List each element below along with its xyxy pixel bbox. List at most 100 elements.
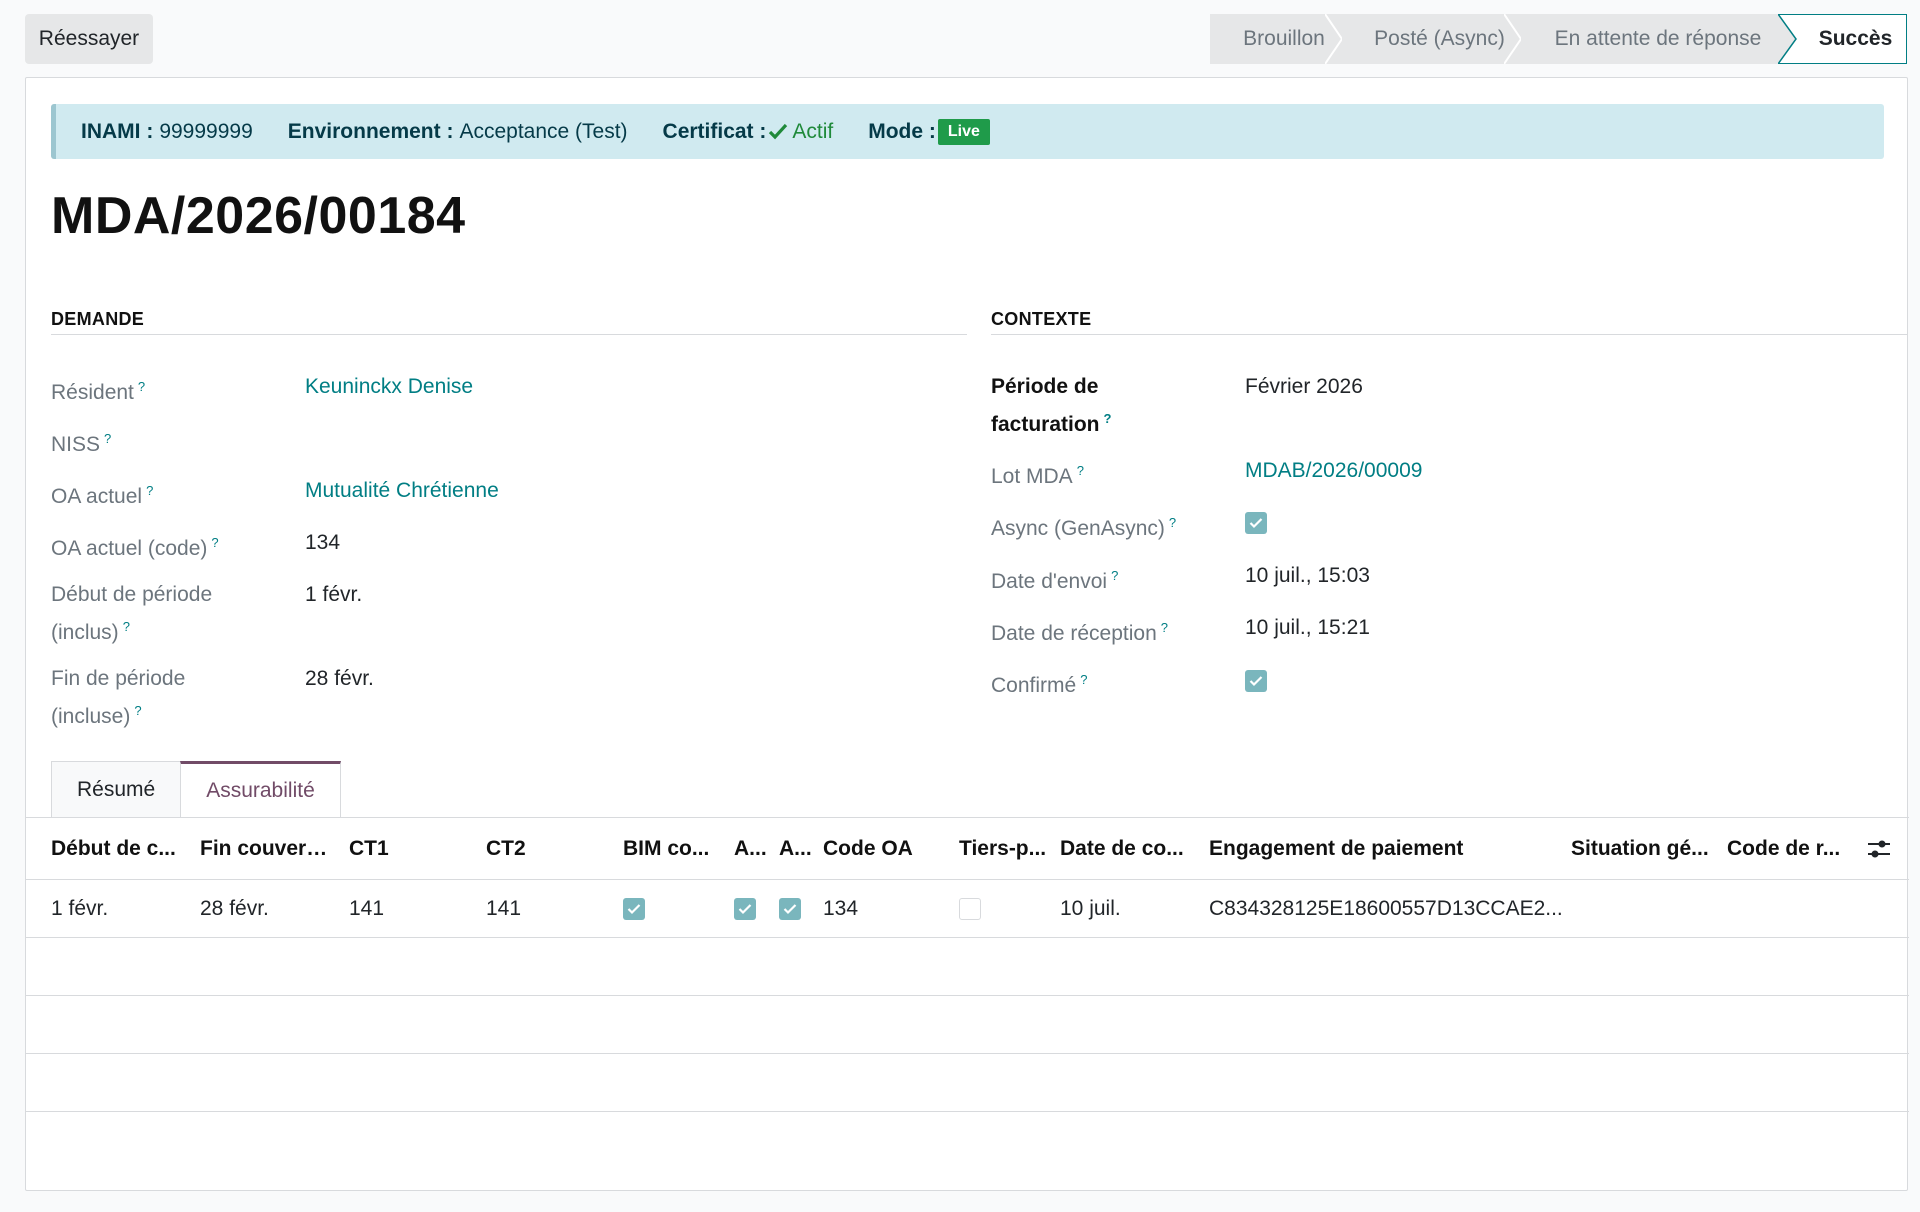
- cell-ct2: 141: [486, 897, 522, 920]
- bim-checkbox[interactable]: [623, 898, 645, 921]
- help-icon[interactable]: ?: [146, 483, 153, 498]
- column-code-reponse[interactable]: Code de r...: [1727, 818, 1847, 880]
- fin-periode-label: Fin de période (incluse)?: [51, 663, 271, 733]
- a1-checkbox[interactable]: [734, 898, 756, 921]
- cell-ct1: 141: [349, 897, 385, 920]
- table-row[interactable]: 1 févr. 28 févr. 141 141 134 10 juil. C8…: [26, 880, 1909, 938]
- a2-checkbox[interactable]: [779, 898, 801, 921]
- lot-mda-label: Lot MDA?: [991, 455, 1084, 493]
- field-label-text: Fin de période (incluse): [51, 667, 186, 728]
- cell-fin: 28 févr.: [200, 897, 269, 920]
- column-options-icon[interactable]: [1866, 837, 1892, 861]
- help-icon[interactable]: ?: [1169, 515, 1176, 530]
- info-banner: INAMI : 99999999 Environnement : Accepta…: [51, 104, 1884, 159]
- cell-tiers-payant: [959, 880, 999, 938]
- cell-code-reponse: [1727, 880, 1847, 938]
- status-step-label: Brouillon: [1243, 27, 1325, 50]
- column-fin-couverture[interactable]: Fin couvert...: [200, 818, 330, 880]
- oa-actuel-value[interactable]: Mutualité Chrétienne: [305, 475, 499, 507]
- help-icon[interactable]: ?: [123, 619, 130, 634]
- field-label-text: Async (GenAsync): [991, 517, 1165, 540]
- cell-a2: [779, 880, 815, 938]
- status-step-en-attente[interactable]: En attente de réponse: [1521, 14, 1779, 64]
- inami-label: INAMI :: [81, 119, 154, 143]
- inami-info: INAMI : 99999999: [81, 120, 253, 144]
- demande-group-title: DEMANDE: [51, 309, 145, 329]
- check-icon: [738, 904, 752, 915]
- tiers-payant-checkbox[interactable]: [959, 898, 981, 921]
- tab-resume[interactable]: Résumé: [51, 761, 181, 818]
- column-ct2[interactable]: CT2: [486, 818, 596, 880]
- help-icon[interactable]: ?: [104, 431, 111, 446]
- field-label-text: Début de période (inclus): [51, 583, 213, 644]
- field-label-text: Résident: [51, 381, 134, 404]
- column-date-consultation[interactable]: Date de co...: [1060, 818, 1190, 880]
- cell-situation-generale: [1571, 880, 1711, 938]
- assurabilite-table: Début de c... Fin couvert... CT1 CT2 BIM…: [26, 818, 1909, 1112]
- mode-label: Mode :: [868, 119, 936, 143]
- confirme-checkbox[interactable]: [1245, 670, 1267, 692]
- help-icon[interactable]: ?: [211, 535, 218, 550]
- cell-date-consultation: 10 juil.: [1060, 897, 1121, 920]
- notebook-tabs: Résumé Assurabilité: [51, 761, 341, 818]
- demande-divider: [51, 334, 967, 335]
- column-debut-couverture[interactable]: Début de c...: [51, 818, 181, 880]
- help-icon[interactable]: ?: [1080, 672, 1087, 687]
- column-situation-generale[interactable]: Situation gé...: [1571, 818, 1711, 880]
- column-engagement-paiement[interactable]: Engagement de paiement: [1209, 818, 1509, 880]
- status-step-succes[interactable]: Succès: [1778, 14, 1907, 64]
- column-bim[interactable]: BIM co...: [623, 818, 718, 880]
- retry-button[interactable]: Réessayer: [25, 14, 153, 64]
- niss-label: NISS?: [51, 423, 111, 461]
- status-step-label: En attente de réponse: [1554, 27, 1762, 50]
- status-step-poste-async[interactable]: Posté (Async): [1342, 14, 1522, 64]
- column-code-oa[interactable]: Code OA: [823, 818, 933, 880]
- column-ct1[interactable]: CT1: [349, 818, 459, 880]
- mode-badge: Live: [937, 118, 990, 145]
- cell-a1: [734, 880, 770, 938]
- empty-table-row: [26, 996, 1909, 1054]
- control-panel: Réessayer Brouillon Posté (Async) En att…: [0, 0, 1920, 74]
- column-a2[interactable]: A...: [779, 818, 815, 880]
- oa-actuel-label: OA actuel?: [51, 475, 153, 513]
- chevron-separator-icon: [1778, 14, 1797, 64]
- async-label: Async (GenAsync)?: [991, 507, 1176, 545]
- field-label-text: Période de facturation: [991, 375, 1100, 436]
- lot-mda-value[interactable]: MDAB/2026/00009: [1245, 455, 1422, 487]
- oa-actuel-code-label: OA actuel (code)?: [51, 527, 219, 565]
- periode-facturation-label: Période de facturation?: [991, 371, 1191, 441]
- check-icon: [783, 904, 797, 915]
- cell-debut: 1 févr.: [51, 897, 109, 920]
- periode-facturation-value: Février 2026: [1245, 375, 1363, 398]
- help-icon[interactable]: ?: [1104, 411, 1112, 426]
- async-checkbox[interactable]: [1245, 512, 1267, 534]
- column-a1[interactable]: A...: [734, 818, 770, 880]
- certificate-status: Actif: [768, 120, 833, 144]
- help-icon[interactable]: ?: [1161, 620, 1168, 635]
- chevron-separator-icon: [1504, 14, 1522, 64]
- help-icon[interactable]: ?: [1111, 568, 1118, 583]
- resident-value[interactable]: Keuninckx Denise: [305, 371, 473, 403]
- status-step-brouillon[interactable]: Brouillon: [1210, 14, 1343, 64]
- check-icon: [1249, 676, 1263, 687]
- help-icon[interactable]: ?: [134, 703, 141, 718]
- help-icon[interactable]: ?: [1077, 463, 1084, 478]
- field-label-text: Lot MDA: [991, 465, 1073, 488]
- certificate-info: Certificat : Actif: [663, 120, 834, 144]
- confirme-label: Confirmé?: [991, 664, 1087, 702]
- field-label-text: NISS: [51, 433, 101, 456]
- table-header: Début de c... Fin couvert... CT1 CT2 BIM…: [26, 818, 1909, 880]
- resident-label: Résident?: [51, 371, 145, 409]
- cell-engagement-paiement: C834328125E18600557D13CCAE2...: [1209, 897, 1563, 920]
- status-step-label: Succès: [1818, 27, 1893, 50]
- column-tiers-payant[interactable]: Tiers-p...: [959, 818, 1049, 880]
- record-title: MDA/2026/00184: [51, 187, 466, 245]
- check-icon: [769, 123, 788, 139]
- chevron-separator-icon: [1325, 14, 1343, 64]
- check-icon: [627, 904, 641, 915]
- help-icon[interactable]: ?: [138, 379, 145, 394]
- debut-periode-label: Début de période (inclus)?: [51, 579, 271, 649]
- empty-table-row: [26, 1054, 1909, 1112]
- tab-assurabilite[interactable]: Assurabilité: [180, 761, 341, 818]
- certificate-label: Certificat :: [662, 119, 767, 143]
